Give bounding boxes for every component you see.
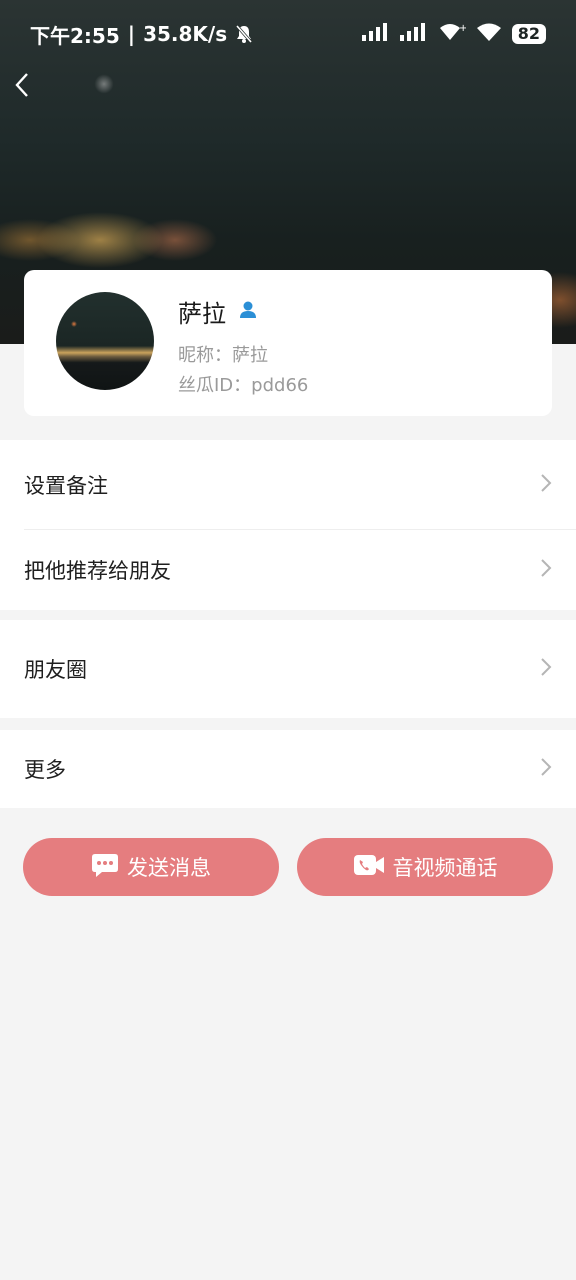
svg-text:+: +: [459, 23, 466, 34]
menu-item-recommend[interactable]: 把他推荐给朋友: [0, 530, 576, 610]
status-bar: 下午2:55 | 35.8K/s + 82: [0, 0, 576, 68]
menu-group-contact: 设置备注 把他推荐给朋友: [0, 440, 576, 610]
menu-item-label: 更多: [24, 758, 66, 782]
avatar[interactable]: [56, 292, 154, 390]
name-row: 萨拉: [178, 294, 258, 329]
chevron-right-icon: [540, 657, 552, 681]
nickname-text: 昵称：萨拉: [178, 345, 268, 366]
status-separator: |: [127, 22, 136, 46]
person-icon: [238, 300, 258, 324]
user-id-text: 丝瓜ID：pdd66: [178, 375, 309, 396]
status-right: + 82: [361, 22, 546, 46]
clock: 下午2:55: [30, 23, 120, 48]
menu-item-moments[interactable]: 朋友圈: [0, 620, 576, 718]
chevron-right-icon: [540, 473, 552, 497]
network-speed: 35.8K/s: [143, 22, 228, 46]
wifi-icon: [476, 22, 502, 46]
wifi-plus-icon: +: [438, 22, 467, 46]
mute-icon: [235, 24, 253, 44]
video-phone-icon: [353, 853, 385, 882]
profile-name: 萨拉: [178, 300, 226, 328]
back-arrow-icon: [14, 72, 30, 102]
av-call-button[interactable]: 音视频通话: [297, 838, 553, 896]
av-call-label: 音视频通话: [392, 856, 498, 880]
menu-group-moments: 朋友圈: [0, 620, 576, 718]
battery-indicator: 82: [511, 24, 546, 44]
profile-card: 萨拉 昵称：萨拉 丝瓜ID：pdd66: [24, 270, 552, 416]
menu-item-set-remark[interactable]: 设置备注: [0, 440, 576, 530]
signal-icon-2: [399, 23, 428, 45]
signal-icon-1: [361, 23, 390, 45]
back-button[interactable]: [8, 70, 36, 104]
send-message-label: 发送消息: [127, 856, 211, 880]
chevron-right-icon: [540, 558, 552, 582]
send-message-button[interactable]: 发送消息: [23, 838, 279, 896]
chat-bubble-icon: [91, 852, 119, 883]
status-left: 下午2:55 | 35.8K/s: [30, 20, 253, 49]
menu-item-label: 朋友圈: [24, 658, 87, 682]
menu-item-label: 设置备注: [24, 474, 108, 498]
chevron-right-icon: [540, 757, 552, 781]
menu-item-more[interactable]: 更多: [0, 730, 576, 808]
menu-group-more: 更多: [0, 730, 576, 808]
menu-item-label: 把他推荐给朋友: [24, 559, 171, 583]
